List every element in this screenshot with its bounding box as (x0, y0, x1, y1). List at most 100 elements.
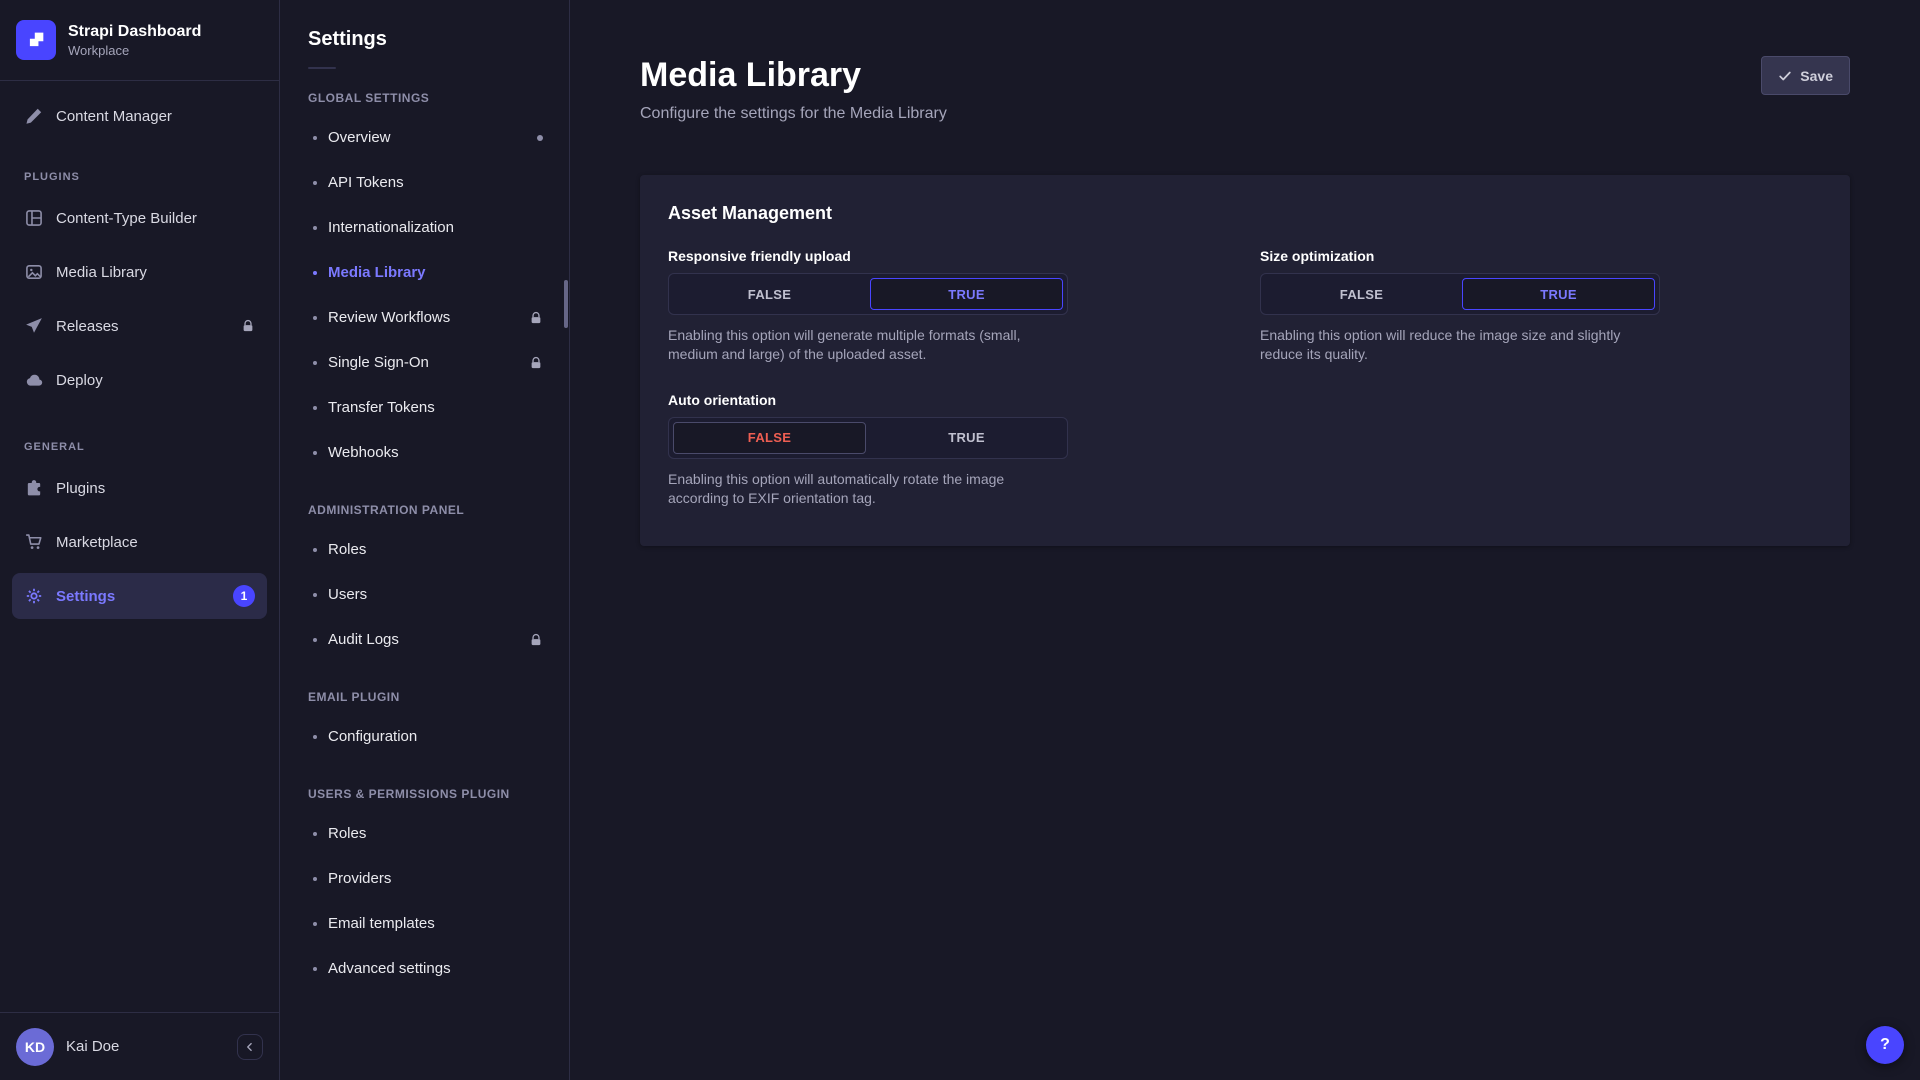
sidebar-item-label: Content Manager (56, 108, 172, 125)
help-button[interactable]: ? (1866, 1026, 1904, 1064)
sidebar-item-label: Releases (56, 318, 119, 335)
workspace-brand: Strapi Dashboard Workplace (0, 0, 279, 81)
puzzle-icon (24, 479, 44, 497)
sidebar-section-plugins: PLUGINS (12, 147, 267, 195)
subnav-item-api-tokens[interactable]: API Tokens (280, 160, 569, 205)
main-nav-list: Content Manager PLUGINS Content-Type Bui… (0, 81, 279, 1012)
bullet-icon (313, 967, 317, 971)
settings-subnav: Settings GLOBAL SETTINGS Overview API To… (280, 0, 570, 1080)
subnav-item-overview[interactable]: Overview (280, 115, 569, 160)
responsive-upload-toggle: FALSE TRUE (668, 273, 1068, 315)
subnav-item-email-configuration[interactable]: Configuration (280, 714, 569, 759)
main-content: Media Library Configure the settings for… (570, 0, 1920, 1080)
sidebar-item-releases[interactable]: Releases (12, 303, 267, 349)
workspace-title-block: Strapi Dashboard Workplace (68, 22, 201, 58)
sidebar-item-content-type-builder[interactable]: Content-Type Builder (12, 195, 267, 241)
responsive-upload-true-option[interactable]: TRUE (870, 278, 1063, 310)
user-avatar: KD (16, 1028, 54, 1066)
subnav-item-label: Email templates (328, 915, 435, 932)
size-optimization-true-option[interactable]: TRUE (1462, 278, 1655, 310)
auto-orientation-true-option[interactable]: TRUE (870, 422, 1063, 454)
bullet-icon (313, 593, 317, 597)
subnav-item-advanced-settings[interactable]: Advanced settings (280, 946, 569, 991)
sidebar-item-media-library[interactable]: Media Library (12, 249, 267, 295)
paper-plane-icon (24, 317, 44, 335)
bullet-icon (313, 877, 317, 881)
bullet-icon (313, 181, 317, 185)
subnav-item-providers[interactable]: Providers (280, 856, 569, 901)
subnav-item-audit-logs[interactable]: Audit Logs (280, 617, 569, 662)
main-sidebar: Strapi Dashboard Workplace Content Manag… (0, 0, 280, 1080)
collapse-sidebar-button[interactable] (237, 1034, 263, 1060)
subnav-item-email-templates[interactable]: Email templates (280, 901, 569, 946)
sidebar-item-label: Settings (56, 588, 115, 605)
size-optimization-false-option[interactable]: FALSE (1265, 278, 1458, 310)
shopping-cart-icon (24, 533, 44, 551)
auto-orientation-toggle: FALSE TRUE (668, 417, 1068, 459)
bullet-icon (313, 832, 317, 836)
subnav-item-admin-users[interactable]: Users (280, 572, 569, 617)
auto-orientation-false-option[interactable]: FALSE (673, 422, 866, 454)
subnav-section-email-plugin: EMAIL PLUGIN (280, 662, 569, 714)
user-menu[interactable]: KD Kai Doe (0, 1012, 279, 1080)
subnav-item-single-sign-on[interactable]: Single Sign-On (280, 340, 569, 385)
settings-fields-grid: Responsive friendly upload FALSE TRUE En… (668, 248, 1822, 508)
subnav-item-label: Single Sign-On (328, 354, 429, 371)
asset-management-card: Asset Management Responsive friendly upl… (640, 175, 1850, 546)
subnav-item-label: Media Library (328, 264, 426, 281)
field-hint: Enabling this option will generate multi… (668, 326, 1068, 364)
subnav-scrollbar-thumb[interactable] (564, 280, 568, 328)
field-label: Auto orientation (668, 392, 1230, 408)
cloud-icon (24, 371, 44, 389)
lock-icon (241, 319, 255, 333)
subnav-item-label: Review Workflows (328, 309, 450, 326)
card-title: Asset Management (668, 203, 1822, 224)
subnav-item-webhooks[interactable]: Webhooks (280, 430, 569, 475)
subnav-section-global-settings: GLOBAL SETTINGS (280, 69, 569, 115)
sidebar-item-plugins[interactable]: Plugins (12, 465, 267, 511)
field-hint: Enabling this option will automatically … (668, 470, 1068, 508)
responsive-upload-false-option[interactable]: FALSE (673, 278, 866, 310)
sidebar-item-settings[interactable]: Settings 1 (12, 573, 267, 619)
layout-grid-icon (24, 209, 44, 227)
gear-icon (24, 587, 44, 605)
workspace-subtitle: Workplace (68, 43, 201, 58)
bullet-icon (313, 922, 317, 926)
notification-dot-icon (537, 135, 543, 141)
save-button[interactable]: Save (1761, 56, 1850, 95)
page-title-block: Media Library Configure the settings for… (640, 56, 947, 123)
field-label: Size optimization (1260, 248, 1822, 264)
sidebar-item-content-manager[interactable]: Content Manager (12, 93, 267, 139)
bullet-icon (313, 271, 317, 275)
sidebar-section-general: GENERAL (12, 411, 267, 465)
field-auto-orientation: Auto orientation FALSE TRUE Enabling thi… (668, 392, 1230, 508)
bullet-icon (313, 451, 317, 455)
pencil-icon (24, 107, 44, 125)
lock-icon (529, 311, 543, 325)
subnav-item-up-roles[interactable]: Roles (280, 811, 569, 856)
workspace-title: Strapi Dashboard (68, 22, 201, 41)
sidebar-item-marketplace[interactable]: Marketplace (12, 519, 267, 565)
lock-icon (529, 356, 543, 370)
settings-notification-badge: 1 (233, 585, 255, 607)
save-button-label: Save (1800, 68, 1833, 84)
subnav-item-media-library[interactable]: Media Library (280, 250, 569, 295)
subnav-item-internationalization[interactable]: Internationalization (280, 205, 569, 250)
sidebar-item-label: Content-Type Builder (56, 210, 197, 227)
bullet-icon (313, 735, 317, 739)
subnav-item-transfer-tokens[interactable]: Transfer Tokens (280, 385, 569, 430)
lock-icon (529, 633, 543, 647)
bullet-icon (313, 406, 317, 410)
page-title: Media Library (640, 56, 947, 95)
subnav-item-admin-roles[interactable]: Roles (280, 527, 569, 572)
field-size-optimization: Size optimization FALSE TRUE Enabling th… (1260, 248, 1822, 364)
subnav-item-review-workflows[interactable]: Review Workflows (280, 295, 569, 340)
subnav-item-label: Providers (328, 870, 391, 887)
bullet-icon (313, 226, 317, 230)
subnav-item-label: Roles (328, 825, 366, 842)
subnav-item-label: Users (328, 586, 367, 603)
sidebar-item-deploy[interactable]: Deploy (12, 357, 267, 403)
strapi-logo-icon (16, 20, 56, 60)
subnav-title: Settings (280, 28, 569, 51)
page-header: Media Library Configure the settings for… (640, 56, 1850, 123)
